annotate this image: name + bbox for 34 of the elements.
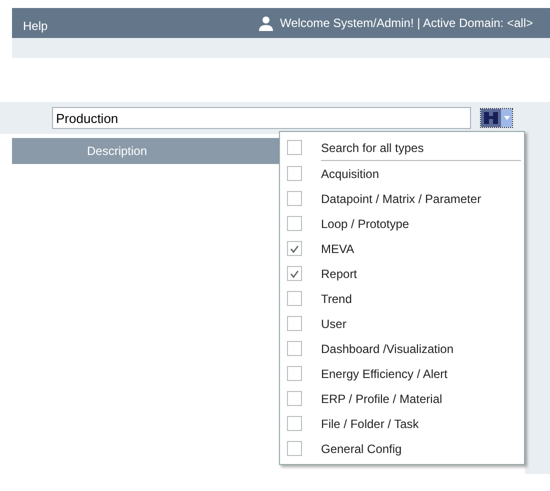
checkbox[interactable] [287,391,302,406]
type-menu-item[interactable]: Trend [280,286,524,311]
type-menu-item[interactable]: File / Folder / Task [280,411,524,436]
check-icon [290,270,299,278]
type-menu-item[interactable]: Search for all types [280,135,524,160]
checkbox[interactable] [287,416,302,431]
caret-icon [504,116,510,120]
type-menu-item[interactable]: Acquisition [280,161,524,186]
checkbox[interactable] [287,166,302,181]
checkbox[interactable] [287,191,302,206]
checkbox[interactable] [287,216,302,231]
help-menu[interactable]: Help [23,17,48,35]
checkbox[interactable] [287,291,302,306]
type-menu-item[interactable]: MEVA [280,236,524,261]
checkbox[interactable] [287,366,302,381]
type-menu-item[interactable]: Energy Efficiency / Alert [280,361,524,386]
checkbox[interactable] [287,441,302,456]
checkbox[interactable] [287,140,302,155]
search-type-button[interactable] [480,108,513,128]
checkbox[interactable] [287,266,302,281]
welcome-text: Welcome System/Admin! | Active Domain: <all> [280,15,533,32]
checkbox[interactable] [287,341,302,356]
type-menu-item[interactable]: User [280,311,524,336]
checkbox[interactable] [287,241,302,256]
type-menu-item[interactable]: Dashboard /Visualization [280,336,524,361]
type-menu-item[interactable]: Report [280,261,524,286]
user-icon [258,16,274,30]
type-menu-item[interactable]: ERP / Profile / Material [280,386,524,411]
search-field[interactable]: Production [52,107,471,129]
check-icon [290,244,299,252]
checkbox[interactable] [287,316,302,331]
type-menu-item[interactable]: General Config [280,436,524,461]
type-menu-item[interactable]: Loop / Prototype [280,211,524,236]
type-menu-item[interactable]: Datapoint / Matrix / Parameter [280,186,524,211]
